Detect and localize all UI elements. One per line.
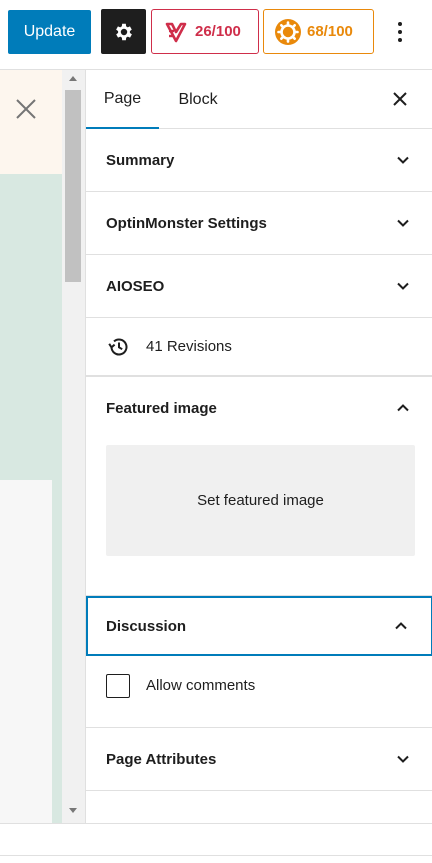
editor-footer (0, 823, 432, 863)
panel-featured-image-toggle[interactable]: Featured image (86, 377, 432, 439)
readability-score-value: 26/100 (195, 23, 241, 40)
scroll-down-arrow-icon[interactable] (69, 808, 77, 813)
editor-canvas[interactable] (0, 70, 85, 823)
panel-aioseo: AIOSEO (86, 255, 432, 318)
settings-button[interactable] (101, 9, 146, 54)
panel-title: AIOSEO (106, 277, 165, 295)
chevron-down-icon (397, 755, 409, 763)
tab-page[interactable]: Page (86, 70, 159, 129)
chevron-down-icon (397, 219, 409, 227)
panel-optinmonster: OptinMonster Settings (86, 192, 432, 255)
sidebar-tabs: Page Block (86, 70, 432, 129)
set-featured-image-button[interactable]: Set featured image (106, 445, 415, 556)
update-button[interactable]: Update (8, 10, 91, 54)
divider (0, 855, 432, 856)
seo-score-value: 68/100 (307, 23, 353, 40)
gear-icon (115, 23, 132, 40)
close-icon (393, 92, 407, 106)
tab-block[interactable]: Block (164, 70, 232, 129)
close-sidebar-button[interactable] (388, 87, 412, 111)
allow-comments-checkbox[interactable] (106, 674, 130, 698)
revisions-link[interactable]: 41 Revisions (86, 318, 432, 377)
revisions-history-icon (108, 338, 128, 356)
panel-aioseo-toggle[interactable]: AIOSEO (86, 255, 432, 317)
content-block[interactable] (0, 480, 52, 823)
revisions-label: 41 Revisions (146, 338, 232, 355)
panel-summary: Summary (86, 129, 432, 192)
chevron-down-icon (397, 282, 409, 290)
panel-discussion: Discussion Allow comments (86, 596, 432, 728)
scrollbar-thumb[interactable] (65, 90, 81, 282)
panel-optinmonster-toggle[interactable]: OptinMonster Settings (86, 192, 432, 254)
panel-page-attributes-toggle[interactable]: Page Attributes (86, 728, 432, 790)
scroll-up-arrow-icon[interactable] (69, 76, 77, 81)
editor-toolbar: Update 26/100 68/100 (0, 0, 432, 70)
panel-title: Discussion (106, 617, 187, 635)
panel-summary-toggle[interactable]: Summary (86, 129, 432, 191)
close-icon (16, 99, 36, 119)
yoast-readability-icon (161, 17, 191, 47)
chevron-down-icon (397, 156, 409, 164)
editor-scrollbar[interactable] (62, 70, 85, 823)
settings-sidebar: Page Block Summary OptinMonster Settings… (85, 70, 432, 823)
editor-notice (0, 70, 62, 174)
chevron-up-icon (397, 404, 409, 412)
allow-comments-label[interactable]: Allow comments (146, 677, 255, 694)
vertical-ellipsis-icon (398, 22, 402, 42)
panel-title: OptinMonster Settings (106, 214, 267, 232)
seo-score-button[interactable]: 68/100 (263, 9, 374, 54)
panel-discussion-toggle[interactable]: Discussion (86, 596, 432, 656)
panel-page-attributes: Page Attributes (86, 728, 432, 791)
close-notice-button[interactable] (12, 95, 40, 123)
panel-featured-image: Featured image Set featured image (86, 377, 432, 596)
panel-title: Page Attributes (106, 750, 217, 768)
chevron-up-icon (395, 622, 407, 630)
panel-title: Featured image (106, 399, 217, 417)
panel-title: Summary (106, 151, 175, 169)
readability-score-button[interactable]: 26/100 (151, 9, 259, 54)
seo-gear-icon (273, 17, 303, 47)
more-options-button[interactable] (386, 13, 414, 51)
